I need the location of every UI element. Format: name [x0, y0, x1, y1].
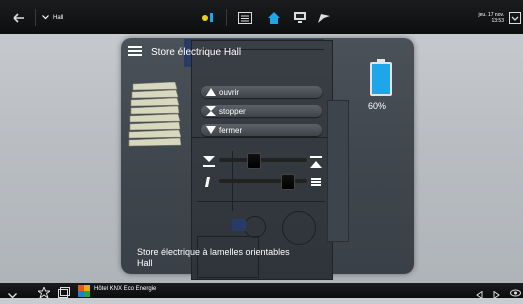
room-label: Hall — [53, 14, 64, 21]
slat-horizontal-icon — [310, 175, 322, 187]
bottom-bar: Hôtel KNX Eco Energie — [0, 283, 523, 300]
eye-icon — [510, 289, 521, 297]
position-closed-icon — [310, 155, 322, 168]
position-slider[interactable] — [219, 158, 307, 162]
triangle-down-icon — [205, 124, 217, 136]
slat-vertical-icon — [203, 175, 215, 187]
open-button[interactable]: ouvrir — [201, 86, 322, 98]
back-arrow-icon — [13, 12, 24, 23]
project-logo — [78, 284, 90, 297]
open-button-label: ouvrir — [219, 87, 240, 97]
project-name: Hôtel KNX Eco Energie — [94, 286, 157, 292]
flag-icon — [318, 13, 330, 23]
device-side-rail — [327, 100, 349, 242]
triangle-up-icon — [205, 86, 217, 98]
previous-page-button[interactable] — [476, 286, 483, 304]
menu-icon[interactable] — [128, 45, 142, 57]
status-dot — [201, 14, 208, 21]
stop-button[interactable]: stopper — [201, 105, 322, 117]
panel-title: Store électrique Hall — [151, 47, 242, 58]
project-logo-icon — [78, 285, 90, 297]
list-icon — [238, 11, 252, 24]
monitor-icon — [294, 12, 306, 23]
home-icon — [268, 11, 280, 24]
position-gauge — [370, 59, 392, 96]
status-indicator[interactable] — [197, 9, 217, 26]
collapse-button[interactable] — [8, 286, 17, 304]
monitor-button[interactable] — [288, 9, 312, 26]
close-button[interactable]: fermer — [201, 124, 322, 136]
position-percent: 60% — [368, 101, 387, 111]
scenes-button[interactable] — [312, 9, 336, 26]
favorites-button[interactable] — [36, 285, 52, 303]
description-line-1: Store électrique à lamelles orientables — [137, 247, 290, 257]
blind-icon — [127, 81, 182, 150]
list-view-button[interactable] — [233, 9, 257, 26]
chevron-down-icon — [8, 293, 17, 299]
top-bar: Hall jeu. 17 nov. 13:53 — [0, 0, 523, 34]
room-dropdown[interactable]: Hall — [42, 9, 76, 26]
stop-icon — [205, 105, 217, 117]
close-button-label: fermer — [219, 125, 243, 135]
position-slider-knob[interactable] — [247, 153, 261, 169]
position-open-icon — [203, 155, 215, 167]
back-button[interactable] — [12, 9, 26, 26]
gallery-button[interactable] — [58, 285, 70, 303]
view-button[interactable] — [510, 285, 521, 303]
logout-icon — [509, 11, 521, 24]
clock: jeu. 17 nov. 13:53 — [474, 9, 504, 26]
panel-description: Store électrique à lamelles orientables … — [137, 247, 290, 269]
stop-button-label: stopper — [219, 106, 246, 116]
status-bar — [209, 13, 213, 22]
logout-button[interactable] — [508, 9, 522, 26]
next-page-button[interactable] — [493, 286, 500, 304]
home-button[interactable] — [262, 9, 286, 26]
gallery-icon — [58, 287, 70, 298]
chevron-down-icon — [42, 15, 49, 20]
slat-angle-slider-knob[interactable] — [281, 174, 295, 190]
clock-time: 13:53 — [491, 17, 504, 24]
star-gear-icon — [36, 285, 52, 300]
description-line-2: Hall — [137, 258, 153, 268]
